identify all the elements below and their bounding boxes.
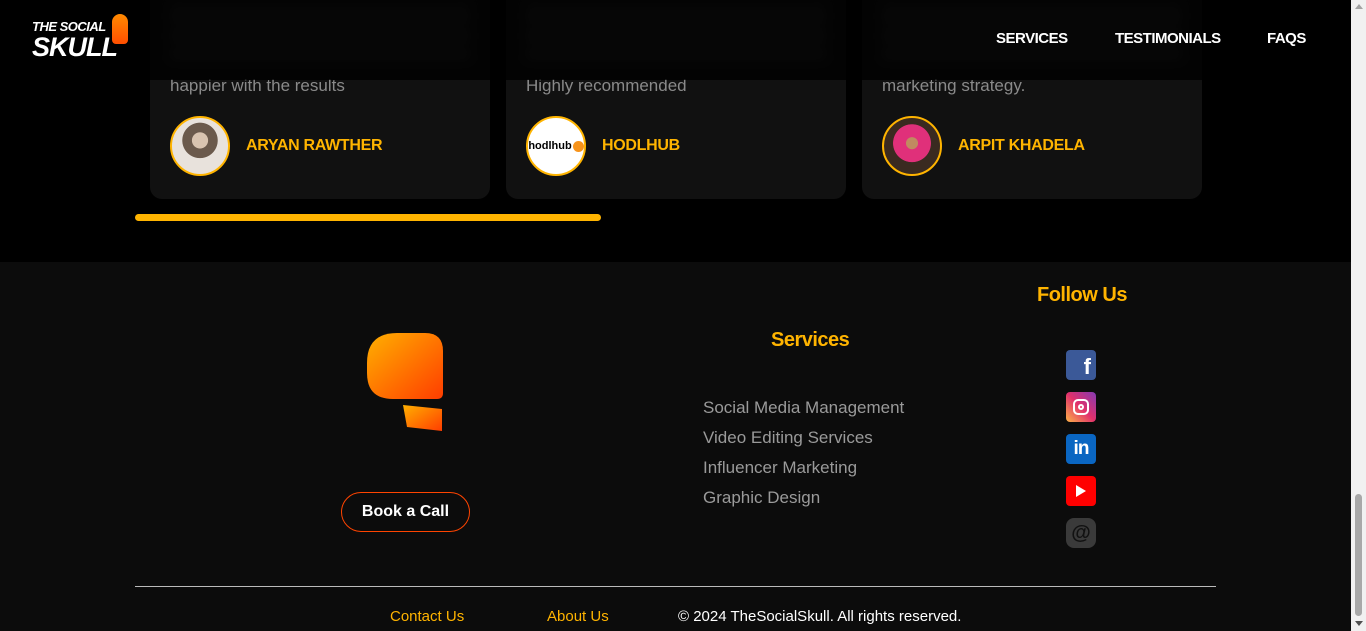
service-link[interactable]: Influencer Marketing (703, 458, 857, 478)
linkedin-icon[interactable]: in (1066, 434, 1096, 464)
avatar (882, 116, 942, 176)
services-heading: Services (771, 329, 850, 351)
service-link[interactable]: Social Media Management (703, 398, 904, 418)
service-link[interactable]: Video Editing Services (703, 428, 873, 448)
scroll-up-arrow-icon[interactable] (1355, 4, 1363, 9)
site-footer (0, 262, 1351, 631)
testimonial-author: HODLHUB (602, 137, 680, 154)
logo-text-bottom: SKULL (32, 32, 118, 62)
nav-services[interactable]: SERVICES (996, 30, 1068, 47)
scrollbar-thumb[interactable] (1355, 494, 1362, 616)
about-us-link[interactable]: About Us (547, 608, 609, 625)
skull-logo-icon (367, 333, 443, 431)
avatar-logo-text: hodlhub (528, 140, 572, 152)
skull-logo-icon (112, 14, 128, 44)
testimonial-author: ARPIT KHADELA (958, 137, 1085, 154)
contact-us-link[interactable]: Contact Us (390, 608, 464, 625)
testimonial-author: ARYAN RAWTHER (246, 137, 383, 154)
avatar: hodlhub (526, 116, 586, 176)
nav-faqs[interactable]: FAQS (1267, 30, 1306, 47)
book-a-call-button[interactable]: Book a Call (341, 492, 470, 532)
site-header: THE SOCIAL SKULL SERVICES TESTIMONIALS F… (0, 0, 1351, 80)
carousel-progress-bar[interactable] (135, 214, 601, 221)
threads-icon[interactable]: @ (1066, 518, 1096, 548)
service-link[interactable]: Graphic Design (703, 488, 820, 508)
nav-testimonials[interactable]: TESTIMONIALS (1115, 30, 1221, 47)
copyright-text: © 2024 TheSocialSkull. All rights reserv… (678, 608, 962, 625)
page: happier with the results ARYAN RAWTHER H… (0, 0, 1351, 631)
page-scrollbar[interactable] (1351, 0, 1366, 631)
avatar (170, 116, 230, 176)
instagram-icon[interactable] (1066, 392, 1096, 422)
footer-divider (135, 586, 1216, 587)
follow-us-heading: Follow Us (1037, 284, 1127, 306)
scroll-down-arrow-icon[interactable] (1355, 621, 1363, 626)
facebook-icon[interactable]: f (1066, 350, 1096, 380)
site-logo[interactable]: THE SOCIAL SKULL (32, 14, 130, 66)
youtube-icon[interactable] (1066, 476, 1096, 506)
bitcoin-icon (572, 140, 584, 152)
